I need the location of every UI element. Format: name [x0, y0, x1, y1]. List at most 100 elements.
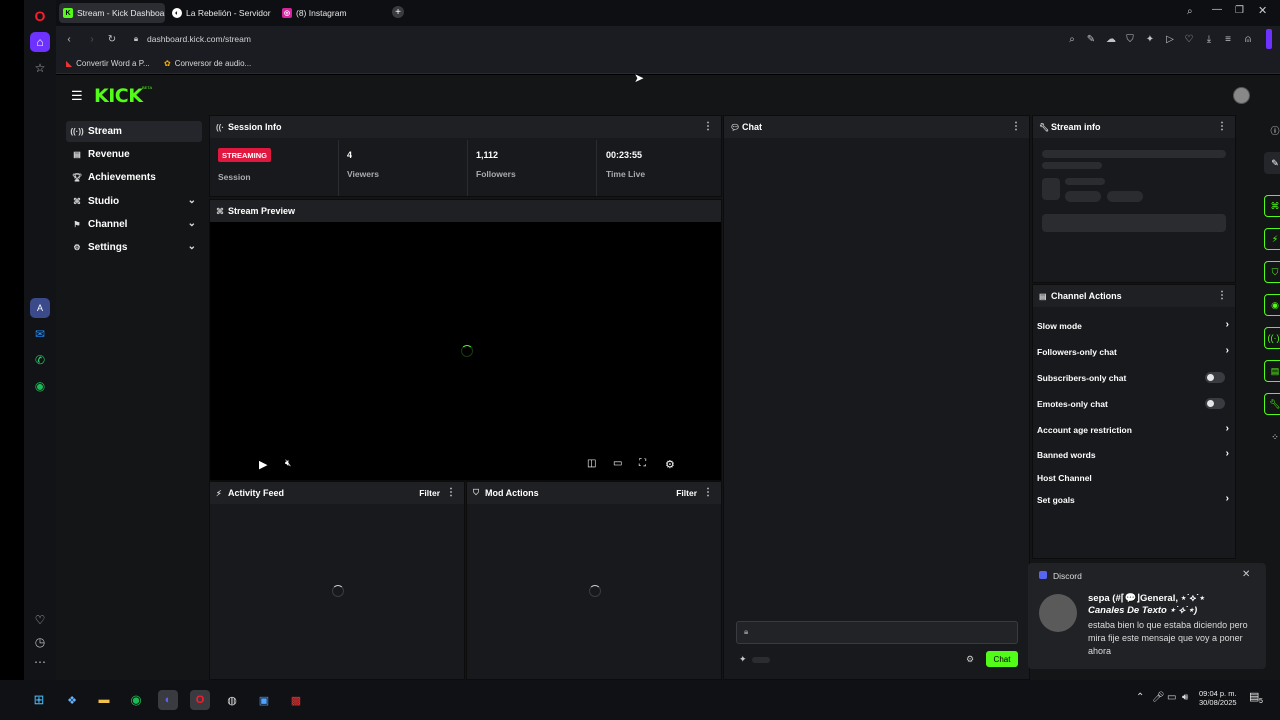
- preview-icon: ⌘: [216, 206, 224, 216]
- volume-icon[interactable]: 🔊︎: [1182, 692, 1188, 703]
- nav-achievements[interactable]: 🏆︎ Achievements: [66, 167, 202, 188]
- widgets-icon[interactable]: ⁘: [1264, 426, 1280, 448]
- file-explorer-icon[interactable]: ▬: [94, 690, 114, 710]
- preview-icon[interactable]: ⌘: [1264, 195, 1280, 217]
- chat-input[interactable]: 🔒︎: [736, 621, 1018, 644]
- app-red-icon[interactable]: ▩: [286, 690, 306, 710]
- panel-title: Mod Actions: [485, 488, 539, 498]
- nav-studio[interactable]: ⌘ Studio ⌄: [66, 191, 202, 212]
- shield-icon[interactable]: ⛉: [1264, 261, 1280, 283]
- spotify-icon[interactable]: ◉: [126, 690, 146, 710]
- tab-la-rebelion[interactable]: ◐ La Rebelión - Servidor de: [168, 3, 272, 23]
- forward-icon[interactable]: ›: [86, 33, 98, 45]
- filter-button[interactable]: Filter: [419, 488, 440, 498]
- close-window-icon[interactable]: ✕: [1258, 4, 1267, 17]
- whatsapp-icon[interactable]: ✆: [30, 350, 50, 370]
- emote-icon[interactable]: ✦: [739, 654, 747, 665]
- set-goals-item[interactable]: Set goals ›: [1037, 493, 1229, 507]
- copilot-icon[interactable]: ❖: [62, 690, 82, 710]
- lightning-icon[interactable]: ⚡︎: [1264, 228, 1280, 250]
- chat-send-button[interactable]: Chat: [986, 651, 1018, 667]
- signal-icon[interactable]: ((·)): [1264, 327, 1280, 349]
- extension-icon[interactable]: ✦: [1144, 33, 1156, 45]
- gear-icon[interactable]: ⚙: [966, 654, 974, 665]
- home-icon[interactable]: ⌂: [30, 32, 50, 52]
- slow-mode-item[interactable]: Slow mode ›: [1037, 319, 1229, 333]
- chevron-up-icon[interactable]: ⌃: [1136, 692, 1144, 703]
- kebab-menu-icon[interactable]: ⋮: [703, 121, 713, 132]
- bookmark-icon[interactable]: ☆: [30, 58, 50, 78]
- download-icon[interactable]: ⤓: [1203, 33, 1215, 45]
- kick-logo[interactable]: KICK: [94, 85, 143, 107]
- fullscreen-icon[interactable]: ⛶: [639, 458, 646, 469]
- play-icon[interactable]: ▶: [259, 458, 267, 471]
- player-icon[interactable]: ▷: [1164, 33, 1176, 45]
- sidebar-toggle[interactable]: [1266, 29, 1272, 49]
- heart-icon[interactable]: ♡: [30, 610, 50, 630]
- followers-only-chat-item[interactable]: Followers-only chat ›: [1037, 345, 1229, 359]
- info-icon[interactable]: ⓘ: [1264, 119, 1280, 141]
- app-icon[interactable]: ▣: [254, 690, 274, 710]
- obs-icon[interactable]: ◍: [222, 690, 242, 710]
- reload-icon[interactable]: ↻: [106, 33, 118, 45]
- bookmark-convertir-word[interactable]: ◣ Convertir Word a P...: [66, 56, 150, 70]
- maximize-icon[interactable]: ❐: [1235, 5, 1244, 16]
- history-icon[interactable]: ◷: [30, 632, 50, 652]
- minimize-icon[interactable]: —: [1212, 4, 1222, 15]
- search-tabs-icon[interactable]: ⌕: [1187, 6, 1193, 17]
- spotify-icon[interactable]: ◉: [30, 376, 50, 396]
- zoom-icon[interactable]: ⌕: [1066, 33, 1078, 45]
- theater-icon[interactable]: ▭: [613, 458, 622, 469]
- nav-stream[interactable]: ((·)) Stream: [66, 121, 202, 142]
- mute-icon[interactable]: 🔇︎: [285, 458, 291, 469]
- kebab-menu-icon[interactable]: ⋮: [1011, 121, 1021, 132]
- nav-revenue[interactable]: ▤ Revenue: [66, 144, 202, 165]
- kebab-menu-icon[interactable]: ⋮: [1217, 290, 1227, 301]
- more-icon[interactable]: ⋯: [30, 652, 50, 672]
- discord-notification[interactable]: Discord ✕ sepa (#⌈💬⌋General, ⋆˙⟡˙⋆ Canal…: [1028, 563, 1266, 669]
- snapshot-icon[interactable]: ☁: [1105, 33, 1117, 45]
- new-tab-icon[interactable]: +: [392, 6, 404, 18]
- pip-icon[interactable]: ◫: [587, 458, 596, 469]
- menu-icon[interactable]: ≡: [1222, 33, 1234, 45]
- nav-settings[interactable]: ⚙ Settings ⌄: [66, 237, 202, 258]
- kebab-menu-icon[interactable]: ⋮: [446, 487, 456, 498]
- subscribers-only-toggle[interactable]: [1205, 372, 1225, 383]
- banned-words-item[interactable]: Banned words ›: [1037, 448, 1229, 462]
- close-icon[interactable]: ✕: [1242, 569, 1250, 580]
- mic-icon[interactable]: 🎤︎: [1152, 692, 1165, 703]
- kebab-menu-icon[interactable]: ⋮: [703, 487, 713, 498]
- windows-start-icon[interactable]: ⊞: [29, 690, 49, 710]
- vpn-icon[interactable]: ⛉: [1124, 33, 1136, 45]
- list-icon[interactable]: ▤: [1264, 360, 1280, 382]
- favorites-icon[interactable]: ♡: [1183, 33, 1195, 45]
- emotes-only-toggle[interactable]: [1205, 398, 1225, 409]
- wrench-icon[interactable]: 🔧︎: [1264, 393, 1280, 415]
- network-icon[interactable]: ▭: [1167, 692, 1176, 703]
- notification-icon[interactable]: ▤: [1249, 690, 1259, 703]
- filter-button[interactable]: Filter: [676, 488, 697, 498]
- hamburger-menu-icon[interactable]: ☰: [71, 88, 83, 104]
- tab-kick-dashboard[interactable]: K Stream - Kick Dashboard: [59, 3, 165, 23]
- avatar[interactable]: [1233, 87, 1250, 104]
- gear-icon[interactable]: ⚙: [665, 458, 675, 471]
- tab-instagram[interactable]: ◎ (8) Instagram: [278, 3, 378, 23]
- url-input[interactable]: dashboard.kick.com/stream: [147, 34, 251, 44]
- item-label: Host Channel: [1037, 473, 1092, 483]
- bookmark-conversor-audio[interactable]: ✿ Conversor de audio...: [164, 56, 251, 70]
- account-age-restriction-item[interactable]: Account age restriction ›: [1037, 423, 1229, 437]
- clock[interactable]: 09:04 p. m. 30/08/2025: [1199, 689, 1237, 707]
- nav-channel[interactable]: ⚑ Channel ⌄: [66, 214, 202, 235]
- profile-icon[interactable]: ⍝: [1242, 33, 1254, 45]
- edit-icon[interactable]: ✎: [1085, 33, 1097, 45]
- opera-logo-icon[interactable]: O: [30, 6, 50, 26]
- aria-icon[interactable]: A: [30, 298, 50, 318]
- messenger-icon[interactable]: ✉: [30, 324, 50, 344]
- host-channel-item[interactable]: Host Channel: [1037, 471, 1229, 485]
- back-icon[interactable]: ‹: [63, 33, 75, 45]
- discord-icon[interactable]: ◐: [158, 690, 178, 710]
- chat-icon[interactable]: ◉: [1264, 294, 1280, 316]
- edit-icon[interactable]: ✎: [1264, 152, 1280, 174]
- kebab-menu-icon[interactable]: ⋮: [1217, 121, 1227, 132]
- opera-icon[interactable]: O: [190, 690, 210, 710]
